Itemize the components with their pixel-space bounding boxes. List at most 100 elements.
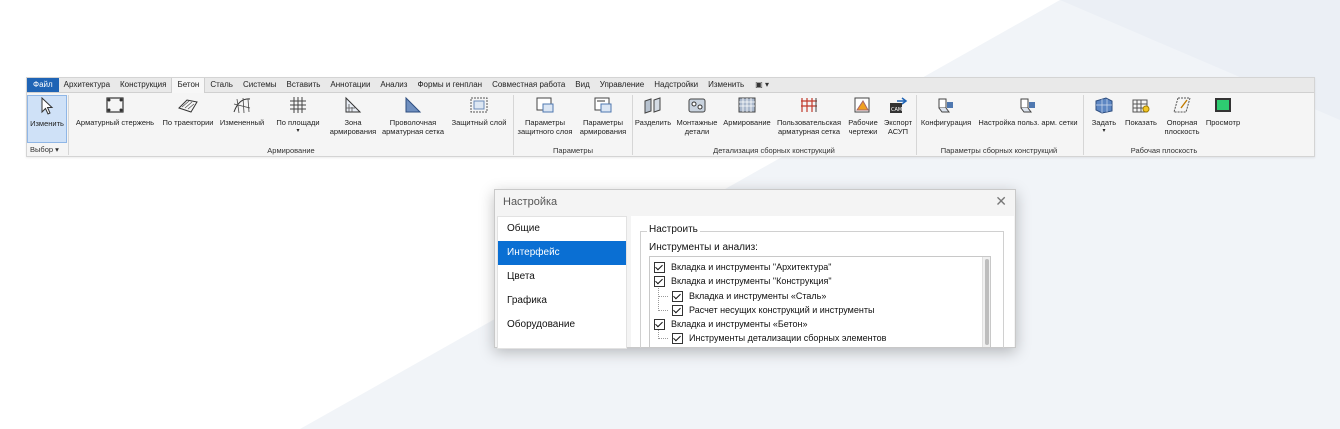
reinf-params-icon <box>592 95 614 115</box>
tree-item[interactable]: Вкладка и инструменты «Бетон» <box>654 317 808 331</box>
ref-plane-label-2: плоскость <box>1164 127 1200 136</box>
user-mesh-settings-button[interactable]: Настройка польз. арм. сетки <box>975 95 1081 127</box>
path-button[interactable]: По траектории <box>159 95 217 127</box>
export-cam-button[interactable]: CAM Экспорт АСУП <box>881 95 915 136</box>
tree-item-label: Вкладка и инструменты "Конструкция" <box>671 276 832 286</box>
tab-massing[interactable]: Формы и генплан <box>412 78 487 92</box>
checkbox[interactable] <box>672 332 683 344</box>
scrollbar-thumb[interactable] <box>985 259 989 345</box>
group-label-detailing: Детализация сборных конструкций <box>713 146 835 155</box>
nav-item-colors[interactable]: Цвета <box>498 265 626 289</box>
viewer-button[interactable]: Просмотр <box>1203 95 1243 127</box>
embedded-parts-button[interactable]: Монтажные детали <box>673 95 721 136</box>
changed-label: Измененный <box>219 118 265 127</box>
set-workplane-button[interactable]: Задать ▾ <box>1087 95 1121 136</box>
nav-item-graphics[interactable]: Графика <box>498 289 626 313</box>
tab-architecture[interactable]: Архитектура <box>59 78 115 92</box>
set-label: Задать <box>1091 118 1117 127</box>
shop-drawings-label-1: Рабочие <box>848 118 878 127</box>
changed-button[interactable]: Измененный <box>217 95 267 127</box>
tab-panel-dropdown[interactable]: ▣ ▾ <box>749 78 775 92</box>
modify-button[interactable]: Изменить <box>27 95 67 143</box>
viewer-icon <box>1212 95 1234 115</box>
tools-tree: Вкладка и инструменты "Архитектура" Вкла… <box>649 256 991 348</box>
embedded-label-2: детали <box>684 127 710 136</box>
wire-mesh-button[interactable]: Проволочная арматурная сетка <box>379 95 447 136</box>
path-reinforcement-icon <box>177 95 199 115</box>
close-icon[interactable]: ✕ <box>995 193 1007 210</box>
tab-annotate[interactable]: Аннотации <box>325 78 375 92</box>
tree-line <box>658 296 668 297</box>
split-icon <box>642 95 664 115</box>
checkbox[interactable] <box>672 304 683 316</box>
configure-legend: Настроить <box>647 224 700 235</box>
group-label-precast-params: Параметры сборных конструкций <box>940 146 1058 155</box>
configuration-button[interactable]: Конфигурация <box>917 95 975 127</box>
settings-dialog: Настройка ✕ Общие Интерфейс Цвета График… <box>494 189 1016 349</box>
ref-plane-label-1: Опорная <box>1166 118 1198 127</box>
checkbox[interactable] <box>654 318 665 330</box>
export-label-2: АСУП <box>887 127 909 136</box>
separator <box>513 95 514 155</box>
show-workplane-button[interactable]: Показать <box>1121 95 1161 127</box>
set-dropdown-icon: ▾ <box>1102 128 1106 134</box>
rebar-button[interactable]: Арматурный стержень <box>71 95 159 127</box>
cover-button[interactable]: Защитный слой <box>447 95 511 127</box>
shop-drawings-icon <box>852 95 874 115</box>
tree-scrollbar[interactable] <box>982 257 990 347</box>
tab-addins[interactable]: Надстройки <box>649 78 703 92</box>
tab-modify[interactable]: Изменить <box>703 78 749 92</box>
shop-drawings-button[interactable]: Рабочие чертежи <box>845 95 881 136</box>
tab-manage[interactable]: Управление <box>595 78 649 92</box>
checkbox[interactable] <box>654 261 665 273</box>
ref-plane-button[interactable]: Опорная плоскость <box>1161 95 1203 136</box>
tree-item[interactable]: Инструменты детализации сборных элементо… <box>672 331 886 345</box>
tree-item[interactable]: Вкладка и инструменты "Архитектура" <box>654 260 831 274</box>
cursor-icon <box>36 96 58 116</box>
ribbon-panel: Изменить Выбор ▾ Арматурный стержень По … <box>27 93 1314 156</box>
configuration-icon <box>935 95 957 115</box>
tab-analyze[interactable]: Анализ <box>375 78 412 92</box>
export-cam-icon: CAM <box>887 95 909 115</box>
cover-params-button[interactable]: Параметры защитного слоя <box>515 95 575 136</box>
select-dropdown[interactable]: Выбор ▾ <box>27 145 70 154</box>
tree-item[interactable]: Вкладка и инструменты «Сталь» <box>672 289 826 303</box>
checkbox[interactable] <box>672 290 683 302</box>
zone-label-1: Зона <box>344 118 362 127</box>
reinf-params-label-1: Параметры <box>583 118 623 127</box>
nav-item-hardware[interactable]: Оборудование <box>498 313 626 337</box>
reinforcement-button[interactable]: Армирование <box>721 95 773 127</box>
tree-item-label: Вкладка и инструменты «Сталь» <box>689 291 827 301</box>
tree-item-label: Расчет несущих конструкций и инструменты <box>689 305 875 315</box>
user-mesh-icon <box>798 95 820 115</box>
tree-item-label: Вкладка и инструменты "Архитектура" <box>671 262 832 272</box>
nav-item-general[interactable]: Общие <box>498 217 626 241</box>
split-button[interactable]: Разделить <box>633 95 673 127</box>
reinf-params-button[interactable]: Параметры армирования <box>575 95 631 136</box>
tree-item[interactable]: Расчет несущих конструкций и инструменты <box>672 303 874 317</box>
group-label-reinforcement: Армирование <box>267 146 315 155</box>
path-label: По траектории <box>162 118 214 127</box>
area-grid-icon <box>287 95 309 115</box>
zone-label-2: армирования <box>329 127 377 136</box>
ribbon-tabs: Файл Архитектура Конструкция Бетон Сталь… <box>27 77 1314 93</box>
tab-view[interactable]: Вид <box>570 78 594 92</box>
tab-concrete[interactable]: Бетон <box>171 77 206 93</box>
tab-structure[interactable]: Конструкция <box>115 78 171 92</box>
separator <box>68 95 69 155</box>
area-button[interactable]: По площади ▾ <box>269 95 327 136</box>
tab-systems[interactable]: Системы <box>238 78 282 92</box>
tab-collaborate[interactable]: Совместная работа <box>487 78 570 92</box>
cover-params-icon <box>534 95 556 115</box>
user-mesh-settings-label: Настройка польз. арм. сетки <box>978 118 1078 127</box>
checkbox[interactable] <box>654 275 665 287</box>
zone-button[interactable]: Зона армирования <box>327 95 379 136</box>
rebar-label: Арматурный стержень <box>75 118 155 127</box>
settings-nav: Общие Интерфейс Цвета Графика Оборудован… <box>497 216 627 349</box>
user-mesh-button[interactable]: Пользовательская арматурная сетка <box>773 95 845 136</box>
tab-file[interactable]: Файл <box>27 78 59 92</box>
tree-item[interactable]: Вкладка и инструменты "Конструкция" <box>654 274 832 288</box>
tab-steel[interactable]: Сталь <box>205 78 238 92</box>
tab-insert[interactable]: Вставить <box>282 78 326 92</box>
nav-item-interface[interactable]: Интерфейс <box>498 241 626 265</box>
